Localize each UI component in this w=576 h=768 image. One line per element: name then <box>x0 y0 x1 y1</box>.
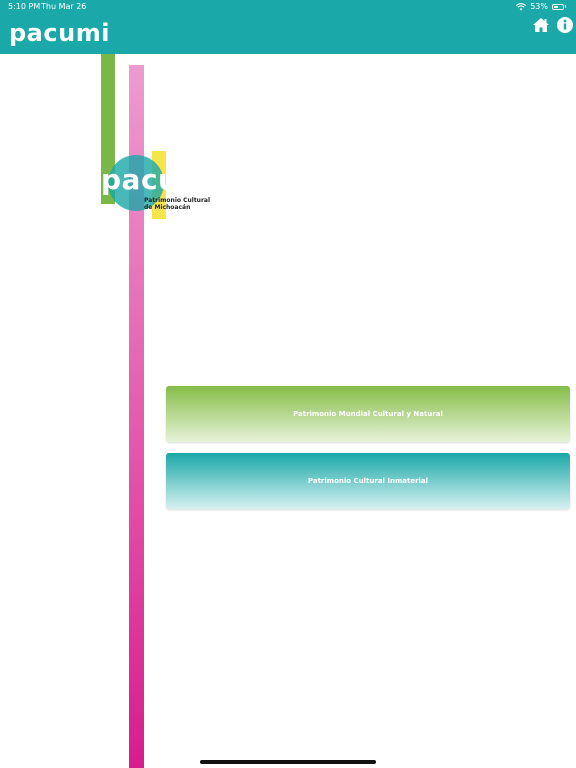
battery-percentage: 53% <box>530 2 548 11</box>
wifi-icon <box>516 2 527 10</box>
battery-fill <box>554 5 559 8</box>
battery-tip <box>565 5 566 8</box>
info-icon[interactable] <box>556 16 574 34</box>
world-heritage-button[interactable]: Patrimonio Mundial Cultural y Natural <box>166 386 570 442</box>
status-time: 5:10 PM <box>8 2 41 11</box>
home-indicator[interactable] <box>200 760 376 764</box>
status-indicators: 53% <box>516 2 566 11</box>
logo-subtitle-line1: Patrimonio Cultural <box>144 197 211 204</box>
logo-wordmark: pacumi <box>101 163 219 196</box>
logo-subtitle-line2: de Michoacán <box>144 204 191 211</box>
logo-subtitle: Patrimonio Cultural de Michoacán <box>144 197 210 211</box>
status-date: Thu Mar 26 <box>41 2 87 11</box>
home-icon[interactable] <box>532 16 550 34</box>
app-title: pacumi <box>9 19 110 47</box>
status-bar: 5:10 PM Thu Mar 26 53% <box>0 0 576 14</box>
battery-icon <box>552 3 564 10</box>
intangible-heritage-button[interactable]: Patrimonio Cultural Inmaterial <box>166 453 570 509</box>
navbar: pacumi <box>0 14 576 54</box>
